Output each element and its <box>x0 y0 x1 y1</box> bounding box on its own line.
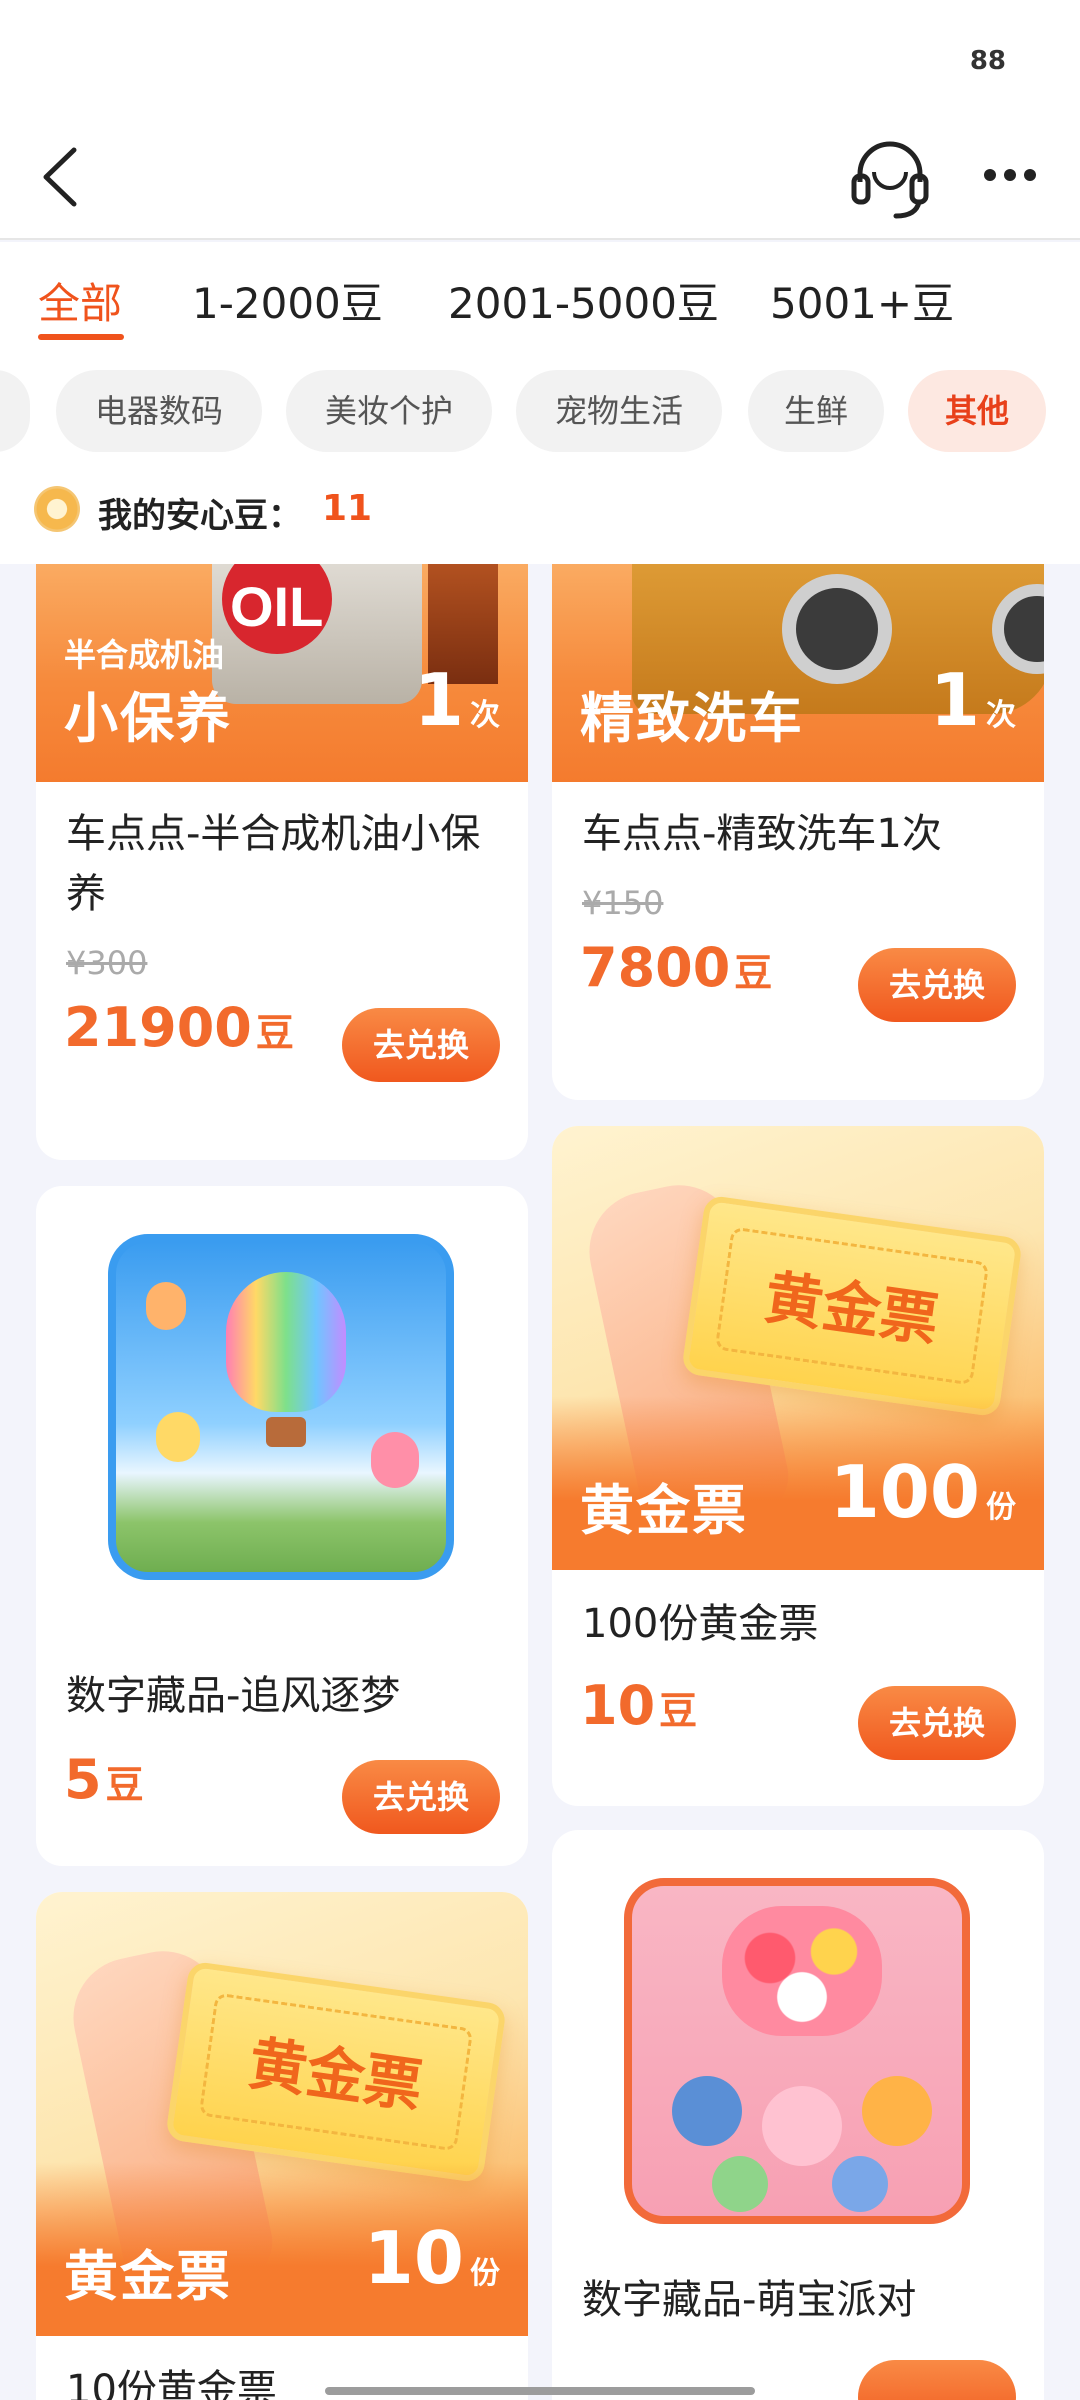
banner-title: 黄金票 <box>580 1479 748 1542</box>
product-name: 车点点-半合成机油小保养 <box>66 811 481 917</box>
product-banner: 精致洗车 1次 <box>552 564 1044 782</box>
product-banner: 黄金票 黄金票 100 份 <box>552 1126 1044 1570</box>
banner-quantity: 10 份 <box>363 2216 500 2300</box>
product-card[interactable]: 黄金票 黄金票 10 份 10份 黄金票 <box>36 1892 528 2400</box>
product-name: 车点点-精致洗车1次 <box>582 811 942 857</box>
headset-icon[interactable] <box>850 132 930 222</box>
cute-party-collectible-image <box>624 1878 970 2224</box>
coin-icon <box>34 486 80 532</box>
battery-level: 88 <box>969 46 1006 76</box>
tab-2001-5000[interactable]: 2001-5000豆 <box>448 270 719 331</box>
redeem-button[interactable]: 去兑换 <box>858 948 1016 1022</box>
redeem-button[interactable]: 去兑换 <box>342 1760 500 1834</box>
price: 21900 豆 <box>64 996 294 1059</box>
product-banner: OIL 半合成机油 小保养 1次 <box>36 564 528 782</box>
product-card[interactable]: 精致洗车 1次 车点点-精致洗车1次 ¥150 7800 豆 去兑换 <box>552 564 1044 1100</box>
category-chips: 电器数码 美妆个护 宠物生活 生鲜 其他 <box>0 360 1080 460</box>
chip-beauty[interactable]: 美妆个护 <box>286 370 492 452</box>
product-card[interactable]: 黄金票 黄金票 100 份 100份黄金票 10 豆 去兑换 <box>552 1126 1044 1806</box>
banner-quantity: 1次 <box>929 658 1016 742</box>
redeem-button[interactable]: 去兑换 <box>342 1008 500 1082</box>
ticket-text: 黄金票 <box>244 2029 427 2121</box>
product-card[interactable]: OIL 半合成机油 小保养 1次 车点点-半合成机油小保养 ¥300 21900… <box>36 564 528 1160</box>
tab-5001-plus[interactable]: 5001+豆 <box>770 270 954 331</box>
banner-title: 小保养 <box>64 687 232 750</box>
balance-value: 11 <box>322 488 373 529</box>
product-grid: OIL 半合成机油 小保养 1次 车点点-半合成机油小保养 ¥300 21900… <box>0 564 1080 2400</box>
original-price: ¥150 <box>582 884 664 922</box>
balloon-collectible-image <box>108 1234 454 1580</box>
ticket-text: 黄金票 <box>760 1263 943 1355</box>
more-dots-icon[interactable] <box>980 150 1040 200</box>
chip-pets[interactable]: 宠物生活 <box>516 370 722 452</box>
product-name: 数字藏品-追风逐梦 <box>66 1673 401 1719</box>
status-bar: 88 <box>0 0 1080 120</box>
original-price: ¥300 <box>66 944 148 982</box>
price: 10 豆 <box>580 1674 698 1737</box>
price: 7800 豆 <box>580 936 773 999</box>
home-indicator[interactable] <box>325 2387 755 2395</box>
product-banner: 黄金票 黄金票 10 份 <box>36 1892 528 2336</box>
banner-title: 精致洗车 <box>580 687 804 750</box>
tab-1-2000[interactable]: 1-2000豆 <box>192 270 383 331</box>
price-range-tabs: 全部 1-2000豆 2001-5000豆 5001+豆 <box>0 242 1080 360</box>
price: 5豆 <box>64 1748 144 1811</box>
chip-other[interactable]: 其他 <box>908 370 1046 452</box>
bean-balance: 我的安心豆： 11 <box>0 460 1080 564</box>
balance-label: 我的安心豆： <box>98 496 302 536</box>
banner-quantity: 1次 <box>413 658 500 742</box>
oil-logo-text: OIL <box>230 575 324 638</box>
tab-all[interactable]: 全部 <box>38 270 122 331</box>
oil-bottle-image: OIL <box>212 564 422 704</box>
banner-subtitle: 半合成机油 <box>64 636 225 674</box>
product-card[interactable]: 数字藏品-萌宝派对 <box>552 1830 1044 2400</box>
product-card[interactable]: 数字藏品-追风逐梦 5豆 去兑换 <box>36 1186 528 1866</box>
chip-partial[interactable] <box>0 370 30 452</box>
banner-title: 黄金票 <box>64 2245 232 2308</box>
redeem-button-partial[interactable] <box>858 2360 1016 2400</box>
redeem-button[interactable]: 去兑换 <box>858 1686 1016 1760</box>
chevron-left-icon[interactable] <box>34 142 94 212</box>
product-name: 数字藏品-萌宝派对 <box>582 2277 917 2323</box>
active-tab-indicator <box>38 334 124 340</box>
product-name: 100份黄金票 <box>582 1601 819 1647</box>
chip-fresh[interactable]: 生鲜 <box>748 370 884 452</box>
chip-electronics[interactable]: 电器数码 <box>56 370 262 452</box>
banner-quantity: 100 份 <box>829 1450 1016 1534</box>
nav-bar <box>0 120 1080 240</box>
